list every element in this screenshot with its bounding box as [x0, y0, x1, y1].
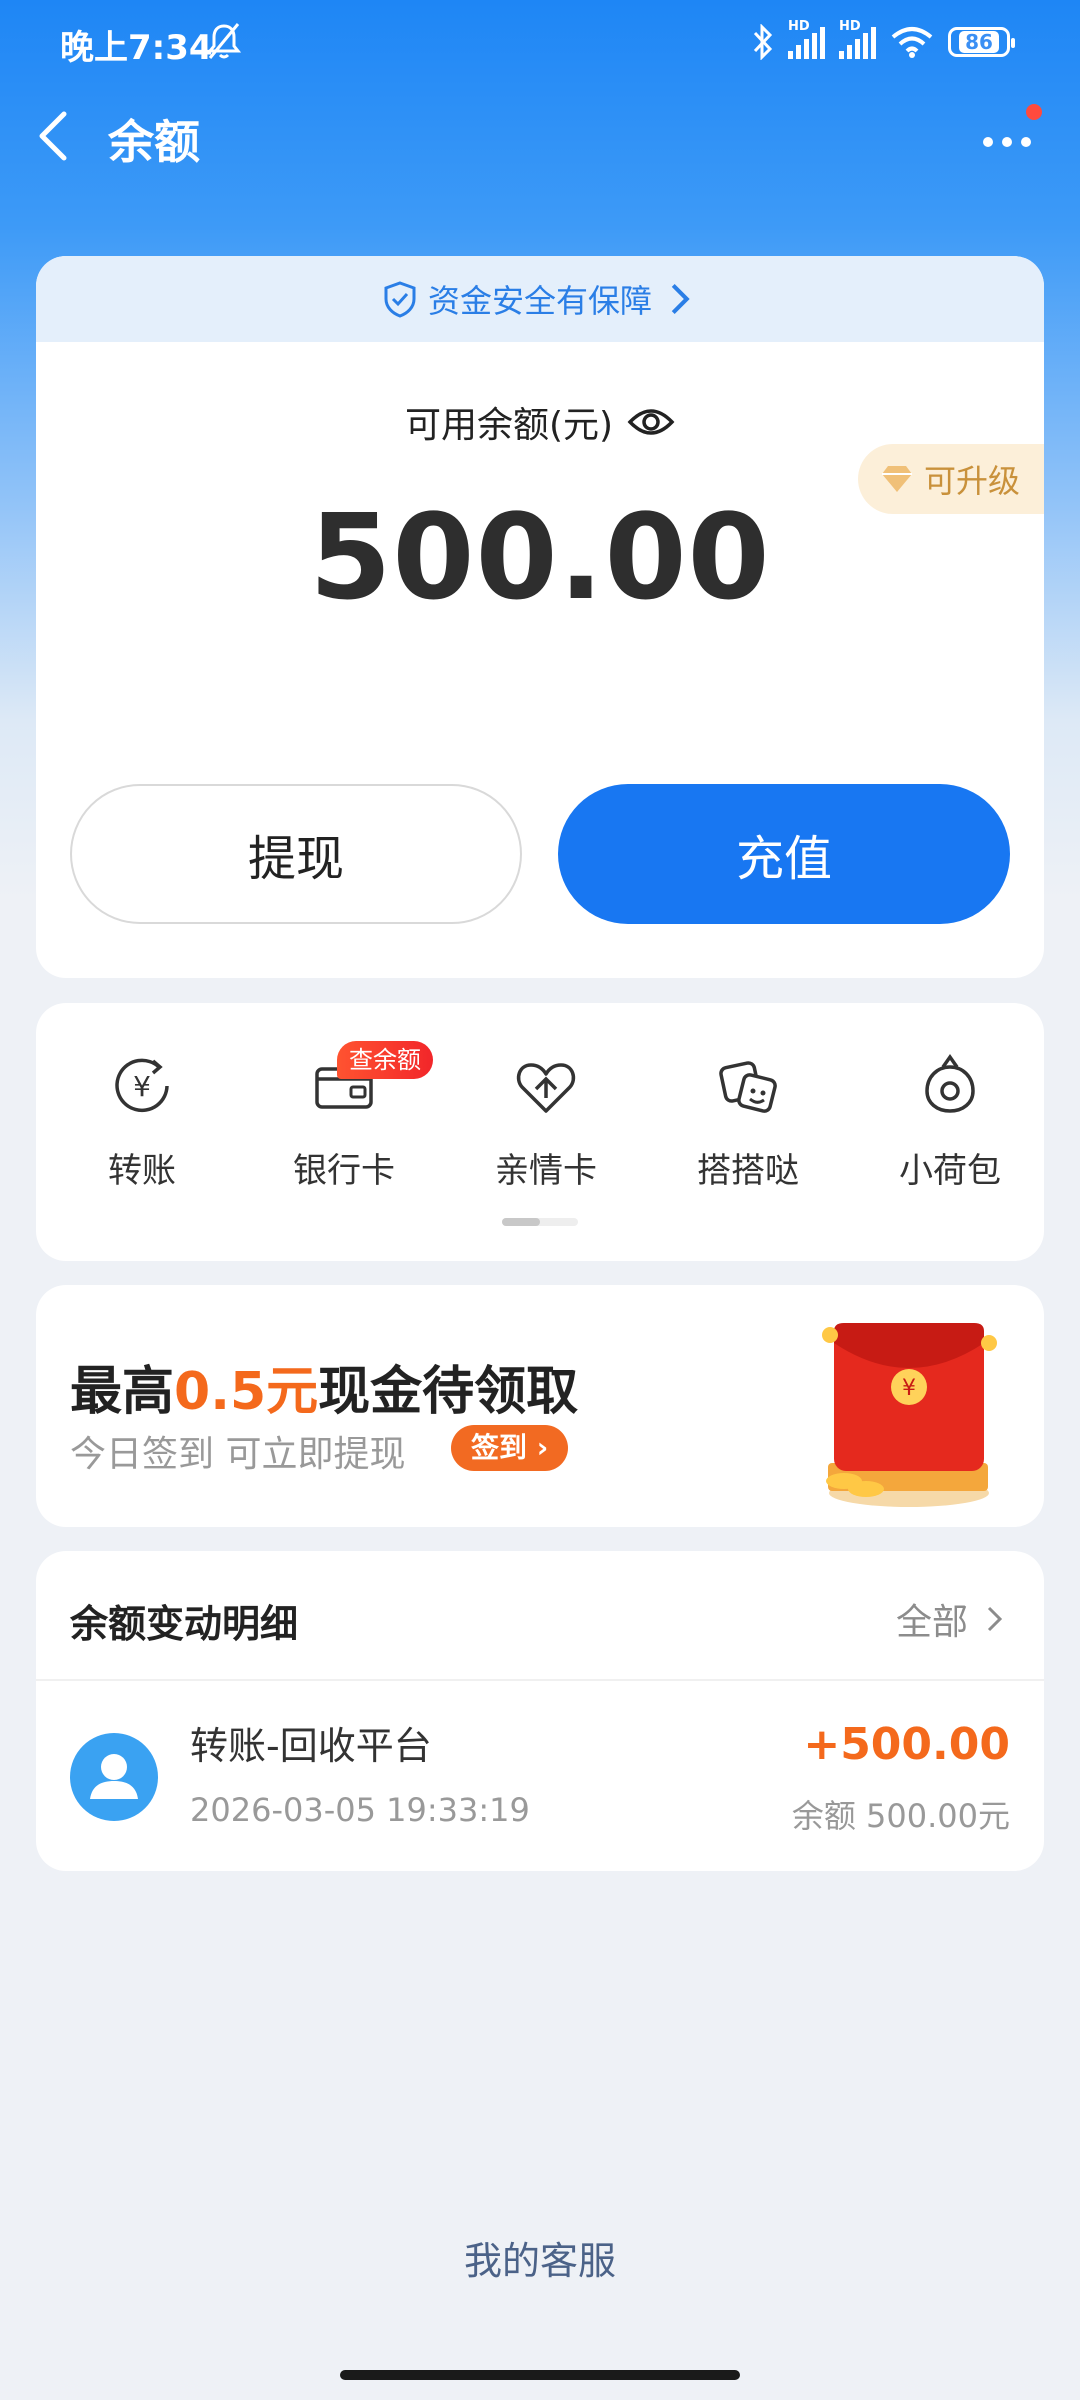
- promo-subtitle: 今日签到 可立即提现: [70, 1434, 406, 1475]
- transfer-icon: ¥: [115, 1058, 169, 1113]
- diamond-icon: [882, 466, 912, 492]
- user-icon: [90, 1754, 138, 1799]
- transaction-amount: +500.00: [803, 1719, 1010, 1770]
- balance-label-row: 可用余额(元): [36, 396, 1044, 448]
- shield-check-icon: [384, 281, 416, 318]
- promo-highlight: 0.5元: [174, 1362, 319, 1422]
- eye-icon[interactable]: [627, 404, 675, 440]
- balance-label: 可用余额(元): [404, 405, 614, 446]
- promo-title: 最高0.5元现金待领取: [70, 1362, 579, 1422]
- upgrade-label: 可升级: [924, 462, 1021, 500]
- svg-text:¥: ¥: [902, 1376, 916, 1401]
- bluetooth-icon: [753, 24, 773, 60]
- wifi-icon: [891, 27, 933, 58]
- bell-muted-icon: [206, 23, 242, 59]
- wallet-icon: [925, 1053, 975, 1113]
- red-packet-icon: ¥: [822, 1323, 997, 1507]
- page-indicator: [502, 1218, 578, 1226]
- status-bar: 晚上7:34 HD HD 86: [0, 0, 1080, 84]
- status-time: 晚上7:34: [60, 28, 213, 68]
- upgrade-badge[interactable]: 可升级: [858, 444, 1044, 514]
- battery-icon: 86: [948, 27, 1015, 57]
- customer-service-link[interactable]: 我的客服: [0, 2230, 1080, 2285]
- balance-card: 资金安全有保障 可用余额(元) 500.00 可升级 提现 充值: [36, 256, 1044, 978]
- nav-bar: 余额: [0, 90, 1080, 180]
- family-card-icon: [516, 1063, 576, 1113]
- view-all-link[interactable]: 全部: [896, 1593, 1004, 1645]
- svg-text:¥: ¥: [133, 1070, 151, 1103]
- chevron-right-icon: [671, 283, 690, 315]
- promo-card[interactable]: 最高0.5元现金待领取 今日签到 可立即提现 签到 › ¥: [36, 1285, 1044, 1527]
- back-arrow-icon[interactable]: [30, 104, 80, 168]
- safety-text: 资金安全有保障: [427, 282, 652, 320]
- transaction-name: 转账-回收平台: [190, 1724, 432, 1768]
- transactions-header: 余额变动明细 全部: [36, 1551, 1044, 1681]
- safety-banner[interactable]: 资金安全有保障: [36, 256, 1044, 342]
- dadada-icon: [719, 1061, 777, 1113]
- avatar: [70, 1733, 158, 1821]
- signin-button[interactable]: 签到 ›: [451, 1425, 569, 1471]
- home-indicator[interactable]: [340, 2370, 740, 2380]
- withdraw-button[interactable]: 提现: [70, 784, 522, 924]
- signal-icon: HD: [788, 19, 825, 59]
- recharge-button[interactable]: 充值: [558, 784, 1010, 924]
- chevron-right-icon: [987, 1606, 1003, 1632]
- transaction-time: 2026-03-05 19:33:19: [190, 1791, 530, 1829]
- service-wallet[interactable]: 小荷包: [850, 1053, 1044, 1192]
- status-icons: HD HD 86: [752, 19, 1015, 64]
- more-icon[interactable]: [974, 116, 1040, 166]
- bank-card-badge[interactable]: 查余额: [337, 1041, 433, 1079]
- notification-dot: [1026, 104, 1042, 120]
- page-title: 余额: [108, 115, 200, 169]
- transactions-card: 余额变动明细 全部 转账-回收平台 2026-03-05 19:33:19 +5…: [36, 1551, 1044, 1871]
- signal-icon-2: HD: [839, 19, 876, 59]
- service-dadada[interactable]: 搭搭哒: [648, 1053, 848, 1192]
- service-transfer[interactable]: ¥ 转账: [42, 1053, 242, 1192]
- service-family-card[interactable]: 亲情卡: [446, 1053, 646, 1192]
- transaction-balance: 余额 500.00元: [791, 1797, 1010, 1835]
- services-card: ¥ 转账 银行卡 查余额 亲情卡 搭搭哒 小荷包: [36, 1003, 1044, 1261]
- transactions-title: 余额变动明细: [70, 1602, 299, 1646]
